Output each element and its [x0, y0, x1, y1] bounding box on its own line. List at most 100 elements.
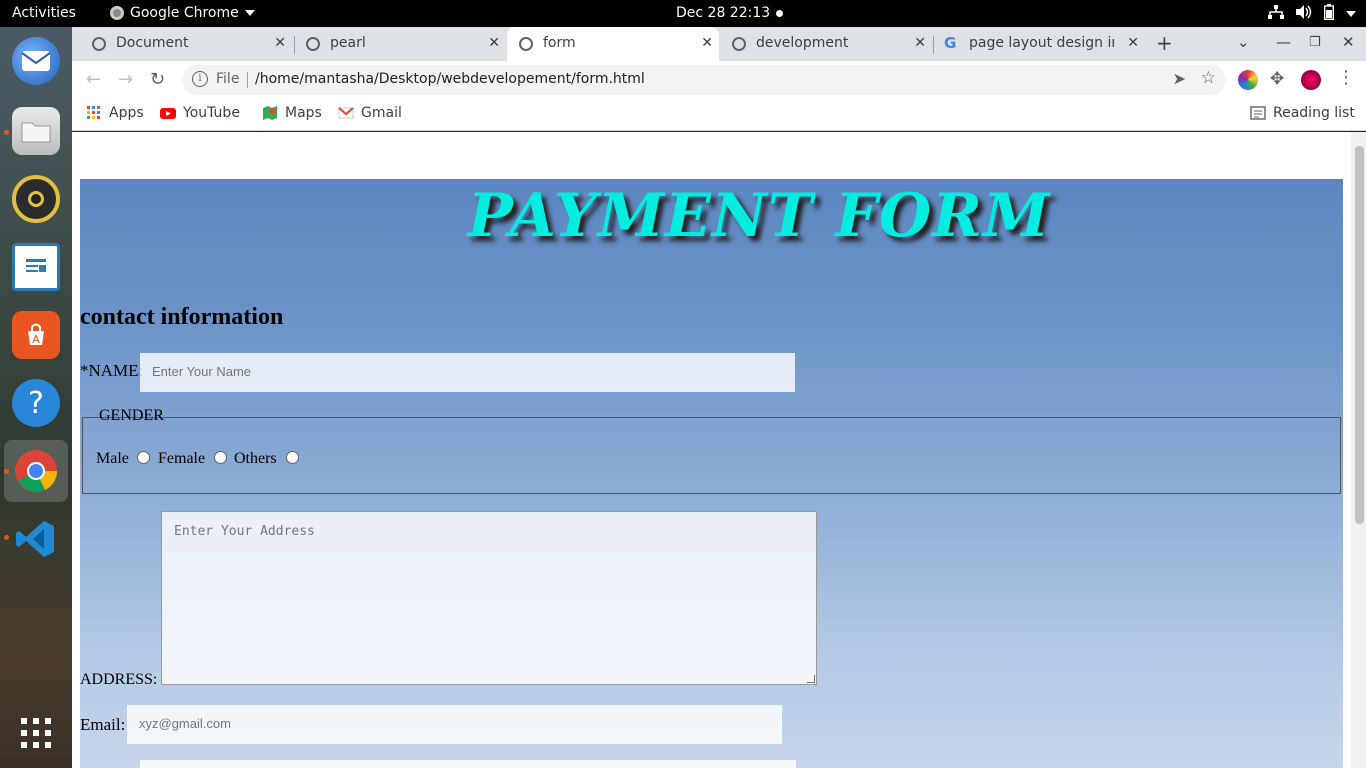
tab-document[interactable]: Document ✕ — [80, 27, 292, 61]
page-viewport: PAYMENT FORM contact information *NAME: … — [72, 132, 1366, 768]
close-window-button[interactable]: ✕ — [1342, 33, 1355, 51]
reading-list-icon — [1250, 106, 1266, 120]
network-icon — [1268, 5, 1284, 23]
tab-strip: Document ✕ pearl ✕ form ✕ development ✕ … — [72, 27, 1366, 61]
gender-radio-female[interactable] — [214, 451, 227, 464]
bookmark-gmail[interactable]: Gmail — [338, 105, 402, 121]
vscode-icon[interactable] — [12, 515, 60, 563]
close-icon[interactable]: ✕ — [488, 35, 500, 51]
notification-dot-icon — [776, 10, 783, 17]
next-field-input[interactable] — [140, 760, 796, 768]
globe-icon — [519, 37, 533, 51]
dock: A ? — [0, 27, 72, 768]
info-icon[interactable]: i — [192, 71, 208, 87]
gender-label-male: Male — [96, 450, 129, 467]
software-center-icon[interactable]: A — [12, 311, 60, 359]
files-icon[interactable] — [12, 107, 60, 155]
reload-button[interactable]: ↻ — [150, 69, 165, 90]
address-placeholder: Enter Your Address — [174, 524, 315, 539]
address-textarea[interactable]: Enter Your Address — [161, 511, 817, 685]
tab-development[interactable]: development ✕ — [720, 27, 932, 61]
page-scrollbar[interactable] — [1351, 132, 1366, 768]
bookmark-maps[interactable]: Maps — [262, 105, 322, 121]
maximize-button[interactable]: ❐ — [1309, 35, 1321, 50]
bookmark-label: Gmail — [361, 105, 402, 121]
extensions-puzzle-icon[interactable]: ✥ — [1270, 69, 1284, 89]
gender-radio-male[interactable] — [137, 451, 150, 464]
menu-kebab-icon[interactable]: ⋮ — [1337, 67, 1355, 88]
browser-toolbar: ← → ↻ i File /home/mantasha/Desktop/webd… — [72, 61, 1366, 99]
color-extension-icon[interactable] — [1238, 70, 1258, 90]
tab-search-chevron-icon[interactable]: ⌄ — [1237, 33, 1250, 51]
system-tray[interactable] — [1268, 4, 1356, 24]
close-icon[interactable]: ✕ — [701, 35, 713, 51]
scheme-label: File — [216, 71, 240, 87]
tab-title: form — [543, 35, 576, 51]
tab-form[interactable]: form ✕ — [507, 27, 719, 61]
show-apps-icon[interactable] — [12, 709, 60, 757]
chrome-icon — [15, 450, 58, 492]
bookmark-star-icon[interactable]: ☆ — [1201, 68, 1216, 88]
thunderbird-icon[interactable] — [12, 37, 60, 85]
volume-icon — [1296, 5, 1312, 23]
chevron-down-icon — [244, 10, 255, 16]
tab-page-layout[interactable]: G page layout design in ✕ — [933, 27, 1145, 61]
maps-icon — [263, 106, 277, 120]
chrome-small-icon — [110, 6, 124, 20]
page-title: PAYMENT FORM — [467, 181, 1051, 251]
rhythmbox-icon[interactable] — [12, 175, 60, 223]
forward-button[interactable]: → — [118, 69, 133, 90]
close-icon[interactable]: ✕ — [914, 35, 926, 51]
running-indicator — [4, 469, 9, 474]
tab-pearl[interactable]: pearl ✕ — [294, 27, 506, 61]
name-input[interactable]: Enter Your Name — [140, 353, 795, 392]
google-g-icon: G — [944, 34, 957, 52]
bookmark-apps[interactable]: Apps — [86, 105, 144, 121]
tab-title: development — [756, 35, 849, 51]
globe-icon — [732, 37, 746, 51]
gmail-icon — [338, 107, 354, 119]
email-input[interactable]: xyz@gmail.com — [127, 705, 782, 744]
minimize-button[interactable]: — — [1276, 33, 1291, 51]
tab-title: page layout design in — [969, 35, 1114, 51]
help-icon[interactable]: ? — [12, 379, 60, 427]
reading-list-button[interactable]: Reading list — [1250, 105, 1355, 121]
reading-list-label: Reading list — [1273, 105, 1355, 121]
app-menu[interactable]: Google Chrome — [110, 5, 255, 21]
system-top-bar: Activities Google Chrome Dec 28 22:13 — [0, 0, 1366, 27]
battery-icon — [1323, 4, 1335, 24]
activities-button[interactable]: Activities — [12, 5, 76, 21]
running-indicator — [4, 130, 9, 135]
payment-form: PAYMENT FORM contact information *NAME: … — [80, 179, 1343, 768]
close-icon[interactable]: ✕ — [1127, 35, 1139, 51]
gender-fieldset: GENDER Male Female Others — [82, 407, 1341, 494]
clock[interactable]: Dec 28 22:13 — [676, 5, 770, 21]
system-menu-chevron-icon — [1346, 11, 1356, 17]
svg-text:A: A — [32, 333, 40, 346]
resize-grip-icon[interactable] — [807, 675, 815, 683]
gender-radio-others[interactable] — [286, 451, 299, 464]
send-icon[interactable]: ➤ — [1173, 69, 1186, 88]
new-tab-button[interactable]: + — [1156, 31, 1173, 55]
url-text[interactable]: /home/mantasha/Desktop/webdevelopement/f… — [255, 71, 645, 87]
bookmarks-bar: Apps YouTube Maps Gmail Reading list — [72, 99, 1366, 131]
gender-label-others: Others — [234, 450, 277, 467]
libreoffice-writer-icon[interactable] — [12, 243, 60, 291]
bookmark-youtube[interactable]: YouTube — [160, 105, 240, 121]
email-label: Email: — [80, 715, 126, 734]
bookmark-label: YouTube — [183, 105, 240, 121]
globe-icon — [92, 37, 106, 51]
address-bar[interactable]: i File /home/mantasha/Desktop/webdevelop… — [182, 65, 1226, 95]
tab-title: Document — [116, 35, 189, 51]
globe-icon — [306, 37, 320, 51]
profile-avatar[interactable] — [1301, 70, 1321, 90]
gender-label-female: Female — [158, 450, 206, 467]
gender-legend: GENDER — [99, 407, 164, 424]
bookmark-label: Maps — [285, 105, 322, 121]
back-button[interactable]: ← — [86, 69, 101, 90]
close-icon[interactable]: ✕ — [274, 35, 286, 51]
apps-grid-icon — [87, 106, 100, 119]
chrome-dock-item[interactable] — [4, 440, 68, 502]
divider — [247, 72, 248, 88]
scrollbar-thumb[interactable] — [1355, 146, 1364, 524]
